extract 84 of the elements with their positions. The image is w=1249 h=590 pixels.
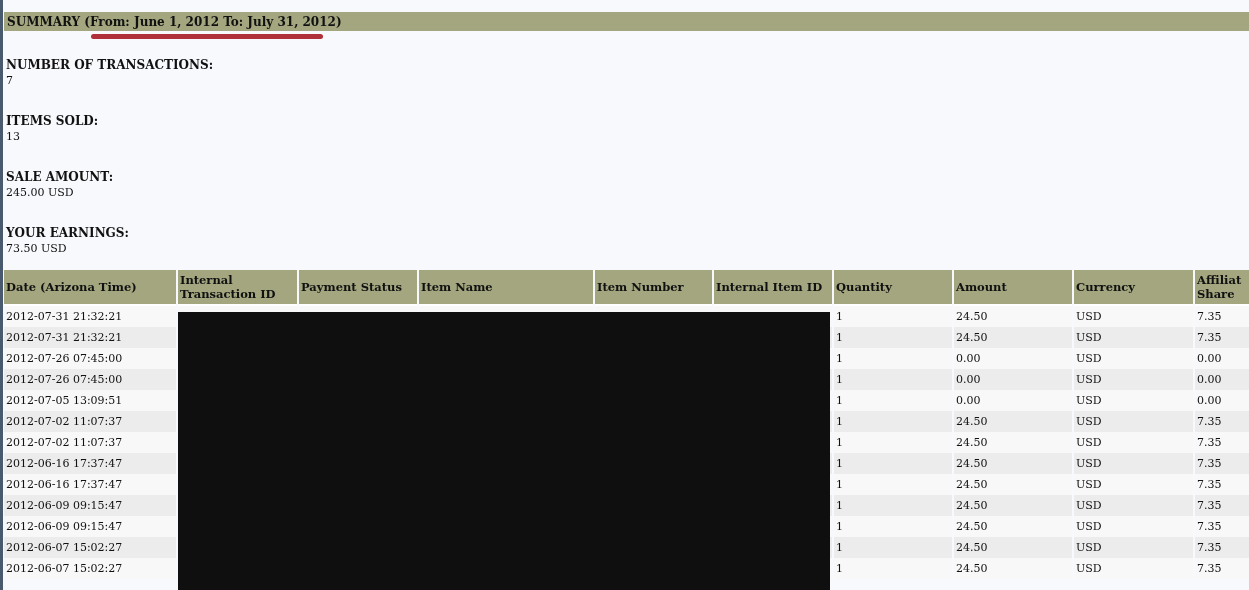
column-header: Amount [954,270,1072,306]
currency-cell: USD [1074,495,1193,516]
amount-cell: 24.50 [954,411,1072,432]
date-cell: 2012-07-05 13:09:51 [4,390,176,411]
column-header: Payment Status [299,270,417,306]
column-header: Item Name [419,270,593,306]
stat-value: 7 [6,73,14,89]
column-header: Affiliat Share [1195,270,1249,306]
share-cell: 0.00 [1195,369,1249,390]
date-cell: 2012-06-16 17:37:47 [4,453,176,474]
amount-cell: 24.50 [954,495,1072,516]
amount-cell: 0.00 [954,369,1072,390]
date-cell: 2012-06-09 09:15:47 [4,516,176,537]
amount-cell: 0.00 [954,390,1072,411]
amount-cell: 24.50 [954,558,1072,579]
currency-cell: USD [1074,558,1193,579]
amount-cell: 24.50 [954,432,1072,453]
share-cell: 7.35 [1195,474,1249,495]
share-cell: 7.35 [1195,453,1249,474]
stat-label: YOUR EARNINGS: [6,225,130,241]
stat-value: 13 [6,129,21,145]
amount-cell: 24.50 [954,327,1072,348]
column-header: Quantity [834,270,952,306]
date-cell: 2012-07-02 11:07:37 [4,411,176,432]
amount-cell: 24.50 [954,474,1072,495]
currency-cell: USD [1074,306,1193,327]
date-cell: 2012-07-26 07:45:00 [4,348,176,369]
quantity-cell: 1 [834,306,952,327]
column-header: Date (Arizona Time) [4,270,176,306]
share-cell: 7.35 [1195,558,1249,579]
stat-label: SALE AMOUNT: [6,169,115,185]
currency-cell: USD [1074,474,1193,495]
column-header: Internal Item ID [714,270,832,306]
currency-cell: USD [1074,327,1193,348]
currency-cell: USD [1074,537,1193,558]
stat-label: NUMBER OF TRANSACTIONS: [6,57,215,73]
column-header: Internal Transaction ID [178,270,297,306]
quantity-cell: 1 [834,453,952,474]
share-cell: 7.35 [1195,306,1249,327]
share-cell: 7.35 [1195,411,1249,432]
date-cell: 2012-07-31 21:32:21 [4,306,176,327]
currency-cell: USD [1074,411,1193,432]
amount-cell: 0.00 [954,348,1072,369]
share-cell: 7.35 [1195,537,1249,558]
quantity-cell: 1 [834,516,952,537]
amount-cell: 24.50 [954,306,1072,327]
quantity-cell: 1 [834,558,952,579]
date-cell: 2012-06-16 17:37:47 [4,474,176,495]
date-cell: 2012-06-09 09:15:47 [4,495,176,516]
quantity-cell: 1 [834,495,952,516]
currency-cell: USD [1074,390,1193,411]
amount-cell: 24.50 [954,453,1072,474]
currency-cell: USD [1074,369,1193,390]
quantity-cell: 1 [834,432,952,453]
quantity-cell: 1 [834,537,952,558]
share-cell: 7.35 [1195,495,1249,516]
quantity-cell: 1 [834,369,952,390]
date-cell: 2012-07-26 07:45:00 [4,369,176,390]
quantity-cell: 1 [834,474,952,495]
quantity-cell: 1 [834,327,952,348]
share-cell: 7.35 [1195,327,1249,348]
column-header: Item Number [595,270,712,306]
share-cell: 0.00 [1195,390,1249,411]
amount-cell: 24.50 [954,537,1072,558]
share-cell: 7.35 [1195,432,1249,453]
date-cell: 2012-07-02 11:07:37 [4,432,176,453]
quantity-cell: 1 [834,348,952,369]
summary-title: SUMMARY (From: June 1, 2012 To: July 31, 2012) [7,14,342,29]
date-cell: 2012-06-07 15:02:27 [4,537,176,558]
share-cell: 0.00 [1195,348,1249,369]
date-cell: 2012-06-07 15:02:27 [4,558,176,579]
stat-value: 245.00 USD [6,185,75,201]
currency-cell: USD [1074,516,1193,537]
quantity-cell: 1 [834,411,952,432]
amount-cell: 24.50 [954,516,1072,537]
currency-cell: USD [1074,453,1193,474]
column-header: Currency [1074,270,1193,306]
currency-cell: USD [1074,348,1193,369]
stat-value: 73.50 USD [6,241,68,257]
date-cell: 2012-07-31 21:32:21 [4,327,176,348]
stat-label: ITEMS SOLD: [6,113,100,129]
share-cell: 7.35 [1195,516,1249,537]
quantity-cell: 1 [834,390,952,411]
currency-cell: USD [1074,432,1193,453]
